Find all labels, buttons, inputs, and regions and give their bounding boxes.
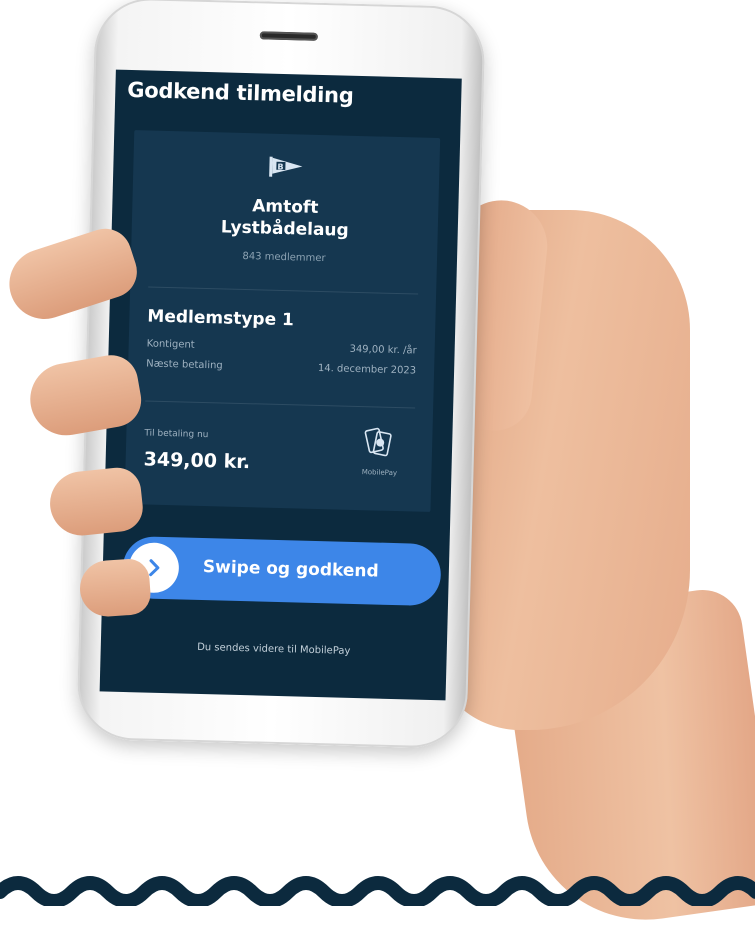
phone-device: Godkend tilmelding B Amtoft Lystbådelaug… [76, 0, 486, 749]
membership-card: B Amtoft Lystbådelaug 843 medlemmer Medl… [124, 130, 441, 512]
phone-speaker [259, 31, 318, 41]
decorative-wave [0, 876, 755, 906]
swipe-approve-button[interactable]: Swipe og godkend [122, 535, 442, 607]
svg-text:B: B [277, 162, 283, 171]
finger [46, 465, 146, 539]
club-name: Amtoft Lystbådelaug [132, 192, 439, 244]
phone-screen: Godkend tilmelding B Amtoft Lystbådelaug… [99, 69, 462, 701]
phone-chin [76, 691, 467, 749]
divider [145, 400, 416, 409]
membership-type: Medlemstype 1 [147, 306, 295, 331]
mobilepay-icon [364, 427, 392, 457]
payment-amount: 349,00 kr. [143, 448, 251, 474]
fee-value: 349,00 kr. /år [349, 343, 417, 357]
redirect-note: Du sendes videre til MobilePay [196, 641, 351, 657]
divider [148, 286, 419, 295]
flag-icon: B [269, 156, 303, 177]
next-payment-value: 14. december 2023 [317, 362, 417, 377]
fee-label: Kontigent [146, 338, 195, 351]
payment-label: Til betaling nu [144, 428, 209, 441]
finger [78, 557, 152, 619]
swipe-label: Swipe og godkend [202, 557, 379, 582]
mobilepay-label: MobilePay [361, 468, 398, 478]
member-count: 843 medlemmer [242, 250, 326, 265]
page-title: Godkend tilmelding [127, 77, 354, 108]
next-payment-label: Næste betaling [146, 358, 223, 372]
